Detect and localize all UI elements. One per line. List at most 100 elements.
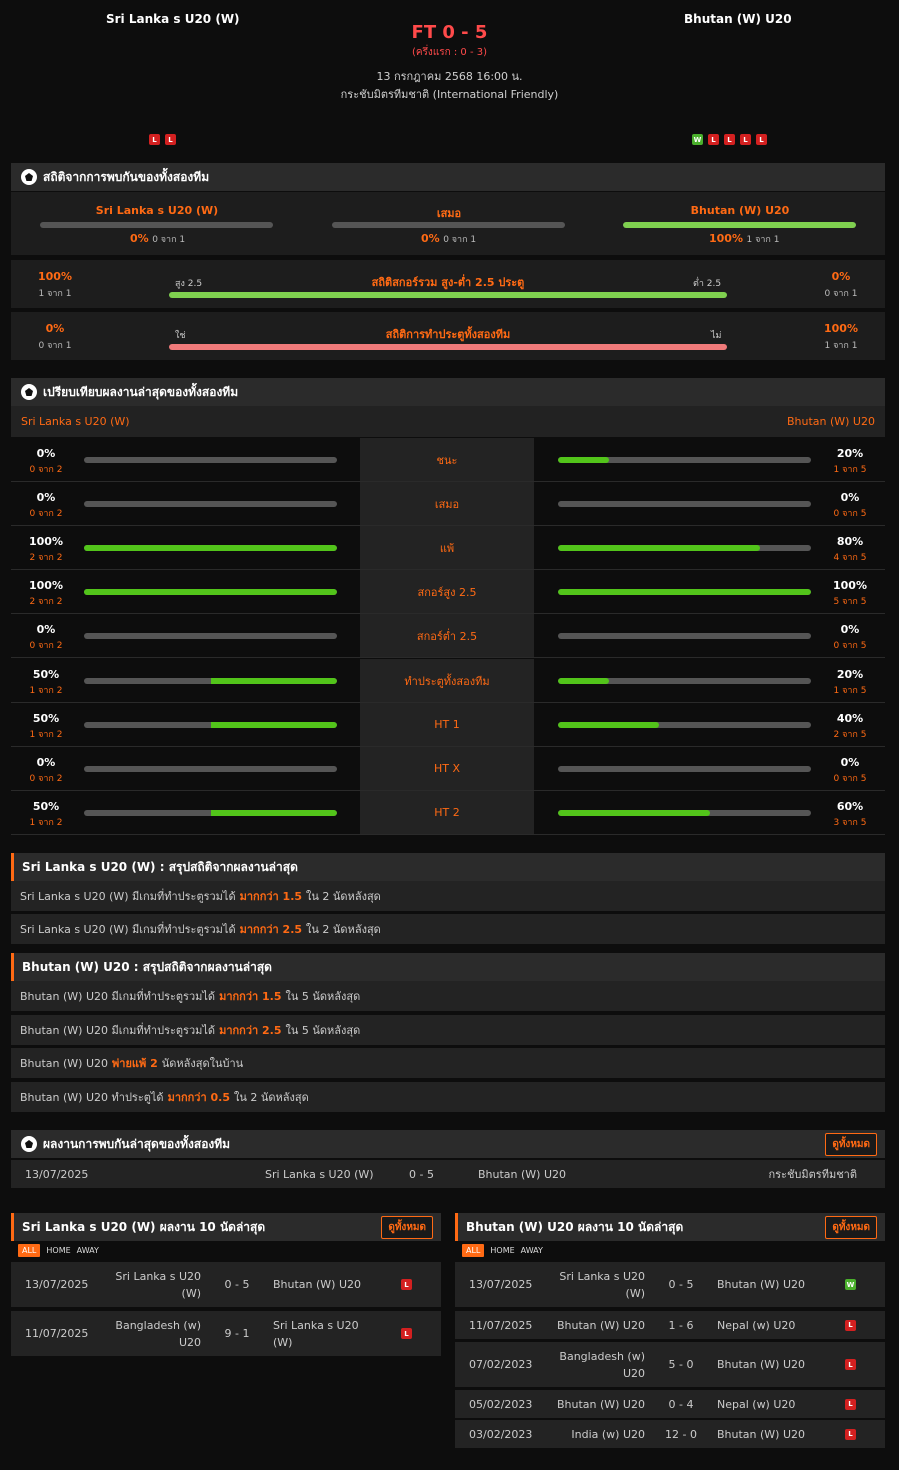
filter-home[interactable]: HOME xyxy=(490,1246,514,1255)
summary-text: Bhutan (W) U20 มีเกมที่ทำประตูรวมได้ xyxy=(20,1024,216,1037)
compare-row: 50% 1 จาก 2 HT 1 40% 2 จาก 5 xyxy=(11,703,885,747)
home-count: 0 จาก 2 xyxy=(29,465,63,475)
result-badge: L xyxy=(845,1359,856,1370)
compare-header: เปรียบเทียบผลงานล่าสุดของทั้งสองทีม xyxy=(11,378,885,406)
home-pct: 50% xyxy=(32,668,60,681)
home-bar xyxy=(84,545,337,551)
result-badge: L xyxy=(149,134,160,145)
h2h-away-bar xyxy=(623,222,856,228)
home-last10-view-all-button[interactable]: ดูทั้งหมด xyxy=(381,1216,433,1239)
home-count: 2 จาก 2 xyxy=(29,553,63,563)
match-score: 1 - 6 xyxy=(668,1318,694,1332)
match-date: 05/02/2023 xyxy=(469,1397,533,1411)
away-bar xyxy=(558,766,811,772)
away-pct: 0% xyxy=(840,756,860,769)
summary-suffix: ใน 2 นัดหลังสุด xyxy=(306,923,381,936)
recent-h2h-title: ผลงานการพบกันล่าสุดของทั้งสองทีม xyxy=(43,1136,231,1151)
home-last10-filters: ALL HOME AWAY xyxy=(18,1244,99,1257)
ou-left-count: 1 จาก 1 xyxy=(38,289,72,299)
football-icon xyxy=(21,384,37,400)
compare-row: 0% 0 จาก 2 สกอร์ต่ำ 2.5 0% 0 จาก 5 xyxy=(11,614,885,658)
summary-row: Sri Lanka s U20 (W) มีเกมที่ทำประตูรวมได… xyxy=(11,881,885,911)
filter-all[interactable]: ALL xyxy=(462,1244,485,1257)
compare-away-team[interactable]: Bhutan (W) U20 xyxy=(787,415,875,428)
away-bar xyxy=(558,633,811,639)
compare-row: 100% 2 จาก 2 สกอร์สูง 2.5 100% 5 จาก 5 xyxy=(11,570,885,614)
filter-away[interactable]: AWAY xyxy=(521,1246,543,1255)
result-badge: L xyxy=(401,1328,412,1339)
away-pct: 20% xyxy=(836,668,864,681)
result-badge: L xyxy=(708,134,719,145)
home-pct: 0% xyxy=(36,491,56,504)
summary-highlight: มากกว่า 1.5 xyxy=(219,990,282,1003)
match-away: Bhutan (W) U20 xyxy=(717,1358,806,1371)
match-row[interactable]: 11/07/2025 Bhutan (W) U20 1 - 6 Nepal (w… xyxy=(455,1311,885,1339)
home-count: 1 จาก 2 xyxy=(29,730,63,740)
h2h-draw-count: 0 จาก 1 xyxy=(443,235,477,245)
summary-row: Bhutan (W) U20 ทำประตูได้ มากกว่า 0.5 ใน 2… xyxy=(11,1082,885,1112)
match-date: 07/02/2023 xyxy=(469,1358,533,1371)
match-row[interactable]: 05/02/2023 Bhutan (W) U20 0 - 4 Nepal (w… xyxy=(455,1390,885,1418)
compare-home-team[interactable]: Sri Lanka s U20 (W) xyxy=(21,415,130,428)
btts-right-pct: 100% xyxy=(824,322,858,335)
recent-h2h-row[interactable]: 13/07/2025 Sri Lanka s U20 (W) 0 - 5 Bhu… xyxy=(11,1160,885,1188)
home-pct: 0% xyxy=(36,623,56,636)
filter-home[interactable]: HOME xyxy=(46,1246,70,1255)
match-home: Bangladesh (w) U20 xyxy=(559,1349,645,1380)
summary-highlight: มากกว่า 1.5 xyxy=(239,890,303,903)
away-pct: 20% xyxy=(836,447,864,460)
h2h-home-stat: 0% 0 จาก 1 xyxy=(130,232,185,246)
away-pct: 60% xyxy=(836,800,864,813)
home-bar xyxy=(84,766,337,772)
match-score: 0 - 5 xyxy=(224,1278,250,1291)
result-badge: L xyxy=(740,134,751,145)
compare-label: แพ้ xyxy=(360,526,534,569)
away-count: 0 จาก 5 xyxy=(833,774,867,784)
match-home: Bhutan (W) U20 xyxy=(556,1318,645,1332)
away-pct: 100% xyxy=(833,579,867,592)
match-home: Bangladesh (w) U20 xyxy=(115,1318,201,1349)
result-badge: L xyxy=(845,1398,856,1410)
match-date: 13/07/2025 xyxy=(25,1167,89,1181)
away-bar xyxy=(558,810,811,816)
match-row[interactable]: 03/02/2023 India (w) U20 12 - 0 Bhutan (… xyxy=(455,1420,885,1448)
h2h-draw-label: เสมอ xyxy=(436,207,462,220)
home-count: 2 จาก 2 xyxy=(29,597,63,607)
match-away: Sri Lanka s U20 (W) xyxy=(273,1318,359,1349)
summary-suffix: นัดหลังสุดในบ้าน xyxy=(161,1057,244,1070)
match-home: Bhutan (W) U20 xyxy=(556,1397,645,1411)
h2h-away-pct: 100% xyxy=(709,232,743,245)
away-last10-view-all-button[interactable]: ดูทั้งหมด xyxy=(825,1216,877,1239)
match-row[interactable]: 13/07/2025 Sri Lanka s U20 (W) 0 - 5 Bhu… xyxy=(455,1262,885,1307)
compare-teams-row: Sri Lanka s U20 (W) Bhutan (W) U20 xyxy=(11,406,885,437)
h2h-home-bar xyxy=(40,222,273,228)
home-count: 0 จาก 2 xyxy=(29,509,63,519)
away-form-badges: WLLLL xyxy=(692,134,767,145)
filter-away[interactable]: AWAY xyxy=(77,1246,99,1255)
match-row[interactable]: 07/02/2023 Bangladesh (w) U20 5 - 0 Bhut… xyxy=(455,1342,885,1387)
home-pct: 50% xyxy=(32,712,60,725)
summary-row: Bhutan (W) U20 พ่ายแพ้ 2 นัดหลังสุดในบ้าน xyxy=(11,1048,885,1078)
home-pct: 0% xyxy=(36,447,56,460)
halftime-score: (ครึ่งแรก : 0 - 3) xyxy=(411,47,488,58)
compare-row: 50% 1 จาก 2 HT 2 60% 3 จาก 5 xyxy=(11,791,885,835)
summary-suffix: ใน 5 นัดหลังสุด xyxy=(285,1024,361,1037)
compare-row: 100% 2 จาก 2 แพ้ 80% 4 จาก 5 xyxy=(11,526,885,570)
away-pct: 0% xyxy=(840,491,860,504)
recent-h2h-header: ผลงานการพบกันล่าสุดของทั้งสองทีม ดูทั้งห… xyxy=(11,1130,885,1158)
away-count: 3 จาก 5 xyxy=(833,818,867,828)
compare-label: ทำประตูทั้งสองทีม xyxy=(360,659,534,702)
match-row[interactable]: 11/07/2025 Bangladesh (w) U20 9 - 1 Sri … xyxy=(11,1311,441,1356)
match-row[interactable]: 13/07/2025 Sri Lanka s U20 (W) 0 - 5 Bhu… xyxy=(11,1262,441,1307)
filter-all[interactable]: ALL xyxy=(18,1244,41,1257)
recent-h2h-view-all-button[interactable]: ดูทั้งหมด xyxy=(825,1133,877,1156)
summary-highlight: มากกว่า 0.5 xyxy=(167,1091,230,1104)
h2h-draw-bar xyxy=(332,222,565,228)
h2h-away-stat: 100% 1 จาก 1 xyxy=(709,232,779,246)
home-count: 0 จาก 2 xyxy=(29,641,63,651)
home-bar xyxy=(84,810,337,816)
btts-right-label: ไม่ xyxy=(711,331,722,341)
summary-text: Sri Lanka s U20 (W) มีเกมที่ทำประตูรวมได… xyxy=(20,923,236,936)
h2h-away-count: 1 จาก 1 xyxy=(746,235,780,245)
compare-row: 0% 0 จาก 2 ชนะ 20% 1 จาก 5 xyxy=(11,438,885,482)
